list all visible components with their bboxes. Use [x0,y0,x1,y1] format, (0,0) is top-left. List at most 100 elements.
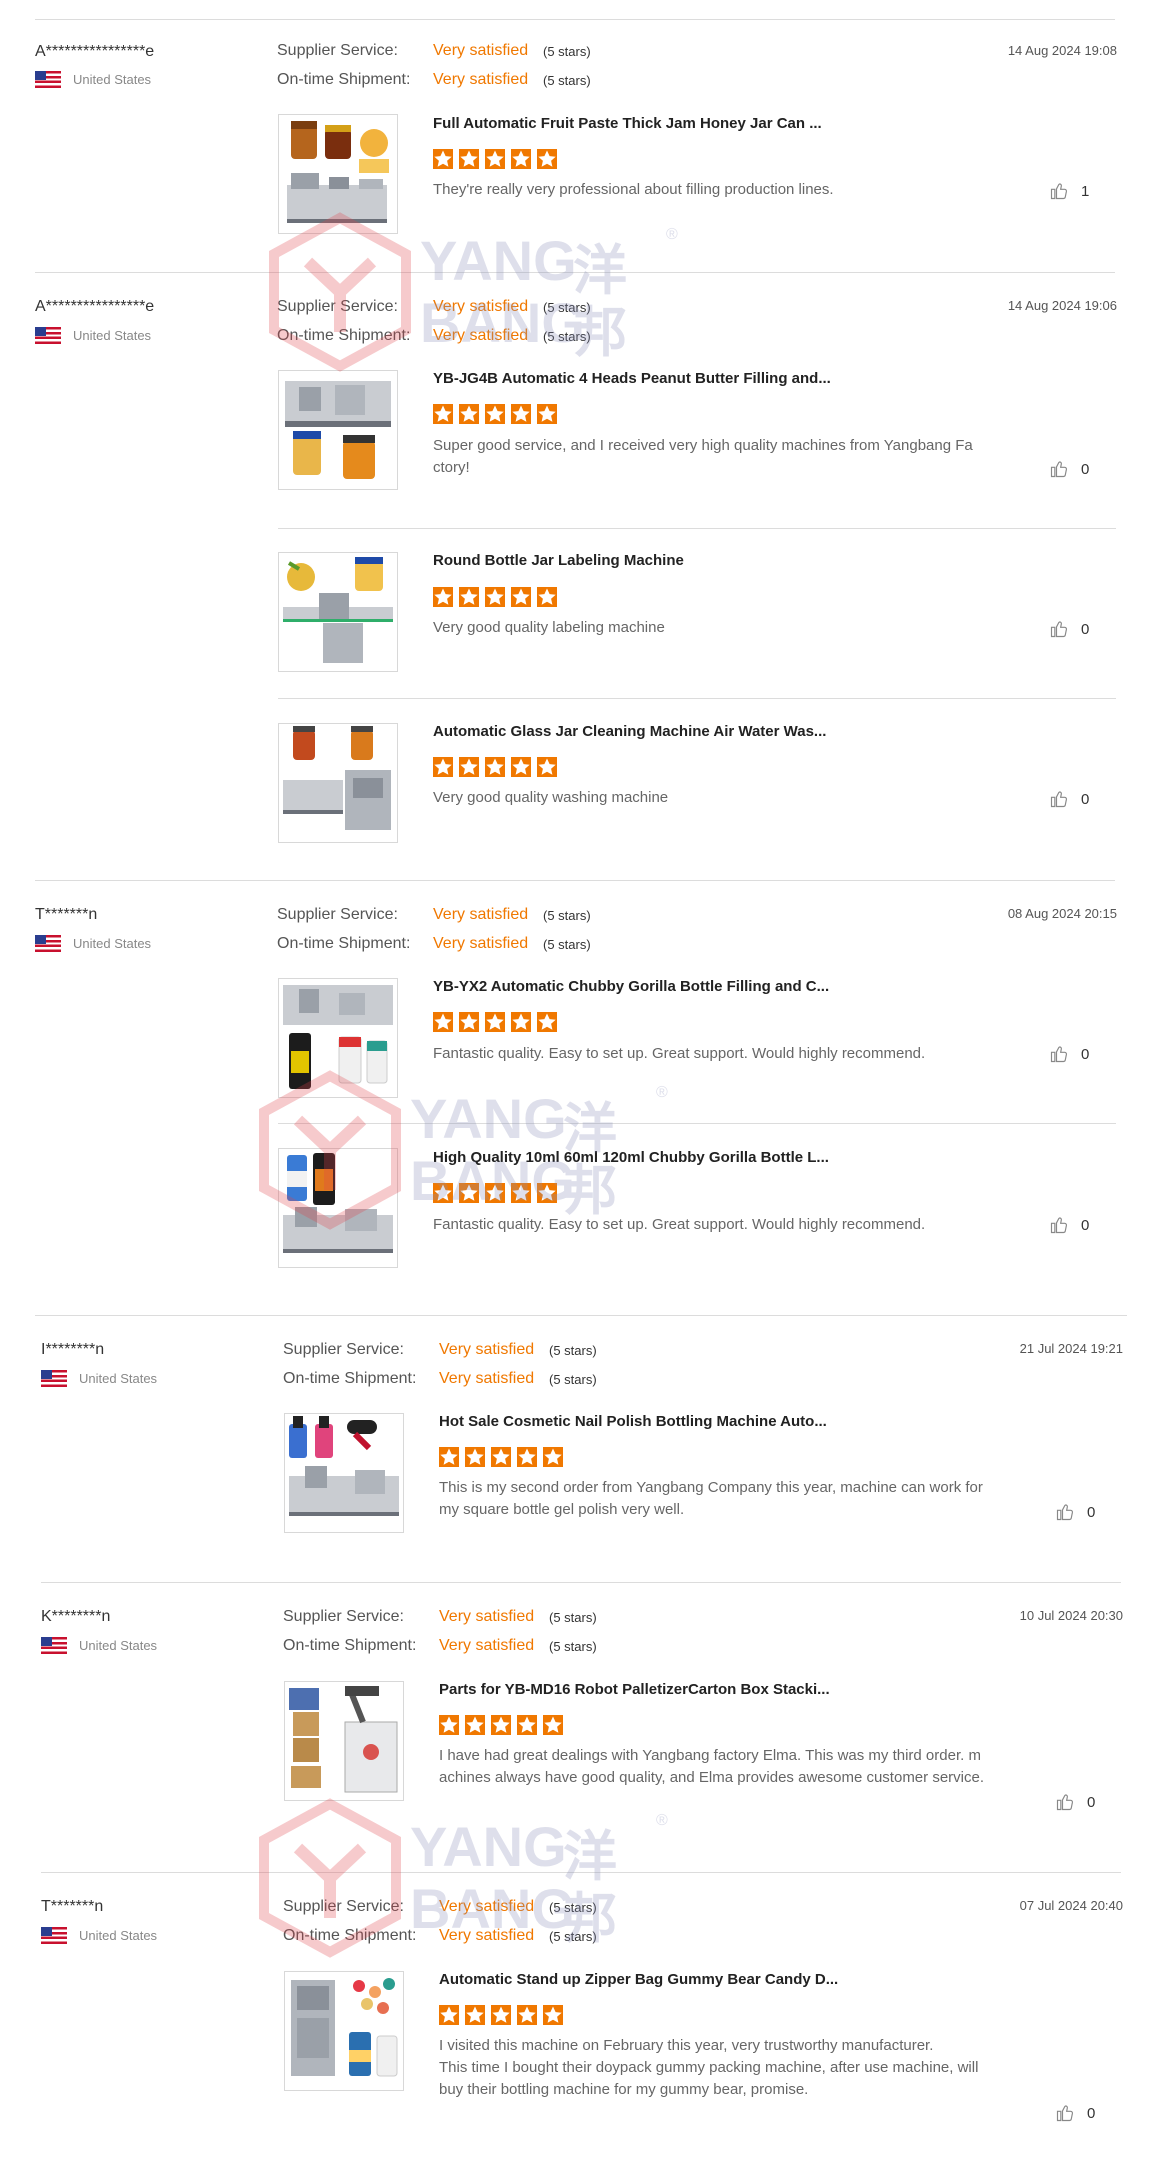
divider [35,272,1115,273]
star-icon [491,1447,511,1467]
product-title[interactable]: Automatic Stand up Zipper Bag Gummy Bear… [439,1971,838,1988]
star-icon [485,587,505,607]
thumbs-up-icon [1056,1504,1074,1521]
watermark-line1: YANG [420,229,577,292]
product-title[interactable]: Round Bottle Jar Labeling Machine [433,552,684,569]
product-rating [439,1447,569,1467]
product-thumbnail[interactable] [284,1971,404,2091]
star-icon [517,2005,537,2025]
watermark-registered: ® [666,226,678,243]
star-icon [511,587,531,607]
supplier-service-label: Supplier Service: [283,1898,404,1915]
like-button[interactable]: 0 [1049,789,1089,809]
divider [35,1315,1127,1316]
thumbs-up-icon [1050,1046,1068,1063]
reviewer-name: K********n [41,1608,111,1625]
us-flag-icon [41,1637,67,1654]
product-title[interactable]: YB-YX2 Automatic Chubby Gorilla Bottle F… [433,978,829,995]
product-title[interactable]: High Quality 10ml 60ml 120ml Chubby Gori… [433,1149,829,1166]
like-count: 0 [1081,620,1090,638]
on-time-shipment-stars: (5 stars) [549,1372,597,1387]
on-time-shipment-label: On-time Shipment: [283,1370,417,1387]
product-rating [439,2005,569,2025]
supplier-service-label: Supplier Service: [277,298,398,315]
star-icon [543,2005,563,2025]
supplier-service-stars: (5 stars) [543,300,591,315]
product-thumbnail[interactable] [284,1413,404,1533]
star-icon [511,757,531,777]
product-thumbnail[interactable] [278,552,398,672]
thumbs-up-icon [1050,183,1068,200]
like-button[interactable]: 0 [1055,1502,1095,1522]
like-count: 0 [1081,790,1090,808]
star-icon [511,1012,531,1032]
star-icon [485,1183,505,1203]
review-comment: Fantastic quality. Easy to set up. Great… [433,1216,926,1233]
like-button[interactable]: 0 [1049,1215,1089,1235]
like-button[interactable]: 0 [1049,459,1089,479]
country-name: United States [79,1371,158,1386]
like-count: 1 [1081,182,1090,200]
watermark-cjk1: 洋 [573,241,627,301]
product-title[interactable]: Full Automatic Fruit Paste Thick Jam Hon… [433,115,822,132]
product-thumbnail[interactable] [278,114,398,234]
on-time-shipment-value: Very satisfied [439,1637,535,1654]
product-rating [433,1012,563,1032]
us-flag-icon [35,71,61,88]
watermark-logo: YANG BANG 洋 邦 ® [268,212,688,372]
us-flag-icon [35,935,61,952]
review-comment: This is my second order from Yangbang Co… [439,1479,983,1518]
product-thumbnail[interactable] [278,978,398,1098]
product-title[interactable]: Hot Sale Cosmetic Nail Polish Bottling M… [439,1413,827,1430]
star-icon [459,149,479,169]
product-thumbnail[interactable] [278,723,398,843]
reviewer-name: I********n [41,1341,105,1358]
reviewer-name: T*******n [41,1898,104,1915]
supplier-service-stars: (5 stars) [543,44,591,59]
star-icon [459,404,479,424]
item-divider [278,698,1116,699]
supplier-service-value: Very satisfied [433,42,529,59]
product-title[interactable]: YB-JG4B Automatic 4 Heads Peanut Butter … [433,370,831,387]
on-time-shipment-value: Very satisfied [439,1927,535,1944]
review-date: 10 Jul 2024 20:30 [1019,1608,1123,1623]
product-thumbnail[interactable] [278,370,398,490]
like-button[interactable]: 1 [1049,181,1089,201]
watermark-line1: YANG [410,1815,567,1878]
review-date: 14 Aug 2024 19:06 [1007,298,1117,313]
like-count: 0 [1087,1503,1096,1521]
on-time-shipment-stars: (5 stars) [549,1639,597,1654]
like-button[interactable]: 0 [1049,619,1089,639]
country-name: United States [73,936,152,951]
star-icon [439,1715,459,1735]
supplier-service-stars: (5 stars) [549,1343,597,1358]
divider [41,1872,1121,1873]
divider [35,880,1115,881]
like-count: 0 [1087,1793,1096,1811]
product-title[interactable]: Parts for YB-MD16 Robot PalletizerCarton… [439,1681,830,1698]
thumbs-up-icon [1050,791,1068,808]
product-rating [433,757,563,777]
us-flag-icon [35,327,61,344]
country-name: United States [73,328,152,343]
product-thumbnail[interactable] [284,1681,404,1801]
like-button[interactable]: 0 [1055,1792,1095,1812]
reviewer-country: United States [35,935,151,952]
like-button[interactable]: 0 [1049,1044,1089,1064]
star-icon [485,1012,505,1032]
product-title[interactable]: Automatic Glass Jar Cleaning Machine Air… [433,723,826,740]
star-icon [465,2005,485,2025]
like-button[interactable]: 0 [1055,2103,1095,2123]
product-rating [433,1183,563,1203]
star-icon [491,1715,511,1735]
watermark-cjk1: 洋 [563,1827,617,1887]
watermark-line1: YANG [410,1087,567,1150]
product-thumbnail[interactable] [278,1148,398,1268]
star-icon [511,404,531,424]
review-date: 07 Jul 2024 20:40 [1019,1898,1123,1913]
star-icon [485,404,505,424]
review-date: 08 Aug 2024 20:15 [1007,906,1117,921]
star-icon [433,1012,453,1032]
country-name: United States [79,1928,158,1943]
star-icon [537,1183,557,1203]
